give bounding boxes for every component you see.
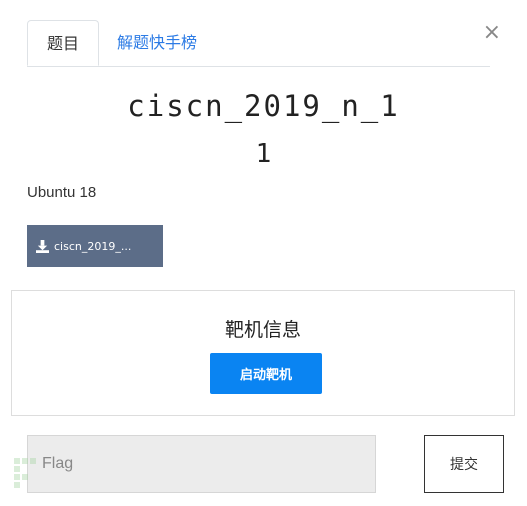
download-file-button[interactable]: ciscn_2019_... <box>27 225 163 267</box>
start-target-button[interactable]: 启动靶机 <box>210 353 322 394</box>
challenge-points: 1 <box>255 139 272 169</box>
tab-solvers-rank[interactable]: 解题快手榜 <box>117 20 197 66</box>
challenge-modal: 题目 解题快手榜 × ciscn_2019_n_1 1 Ubuntu 18 ci… <box>0 0 527 506</box>
challenge-description: Ubuntu 18 <box>27 184 97 201</box>
target-info-card: 靶机信息 启动靶机 <box>11 290 515 416</box>
close-icon[interactable]: × <box>483 20 501 46</box>
submit-flag-button[interactable]: 提交 <box>424 435 504 493</box>
flag-input[interactable] <box>27 435 376 493</box>
challenge-title: ciscn_2019_n_1 <box>127 89 400 123</box>
download-icon <box>36 239 49 253</box>
target-info-title: 靶机信息 <box>224 319 301 341</box>
tab-challenge[interactable]: 题目 <box>27 20 99 66</box>
tab-bar: 题目 解题快手榜 <box>27 20 490 67</box>
download-file-label: ciscn_2019_... <box>54 239 132 253</box>
